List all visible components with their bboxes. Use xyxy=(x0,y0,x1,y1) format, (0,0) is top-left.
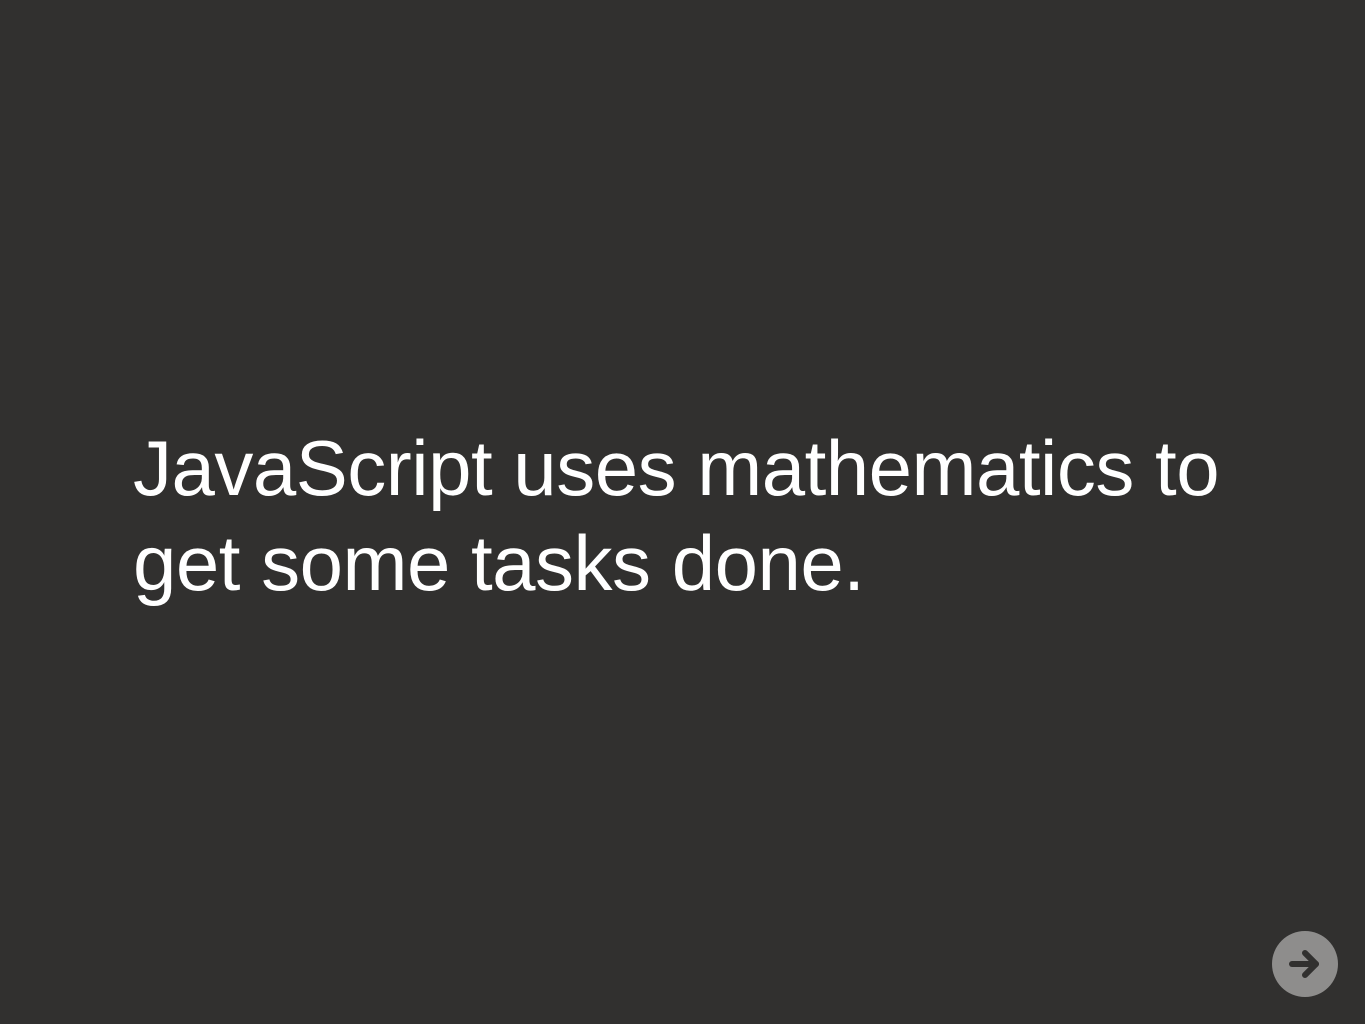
slide-text: JavaScript uses mathematics to get some … xyxy=(133,421,1253,611)
slide: JavaScript uses mathematics to get some … xyxy=(0,0,1365,1024)
slide-text-line-1: JavaScript uses mathematics to xyxy=(133,424,1220,512)
slide-text-line-2: get some tasks done. xyxy=(133,519,865,607)
arrow-right-icon xyxy=(1289,950,1319,978)
next-slide-button[interactable] xyxy=(1272,931,1338,997)
